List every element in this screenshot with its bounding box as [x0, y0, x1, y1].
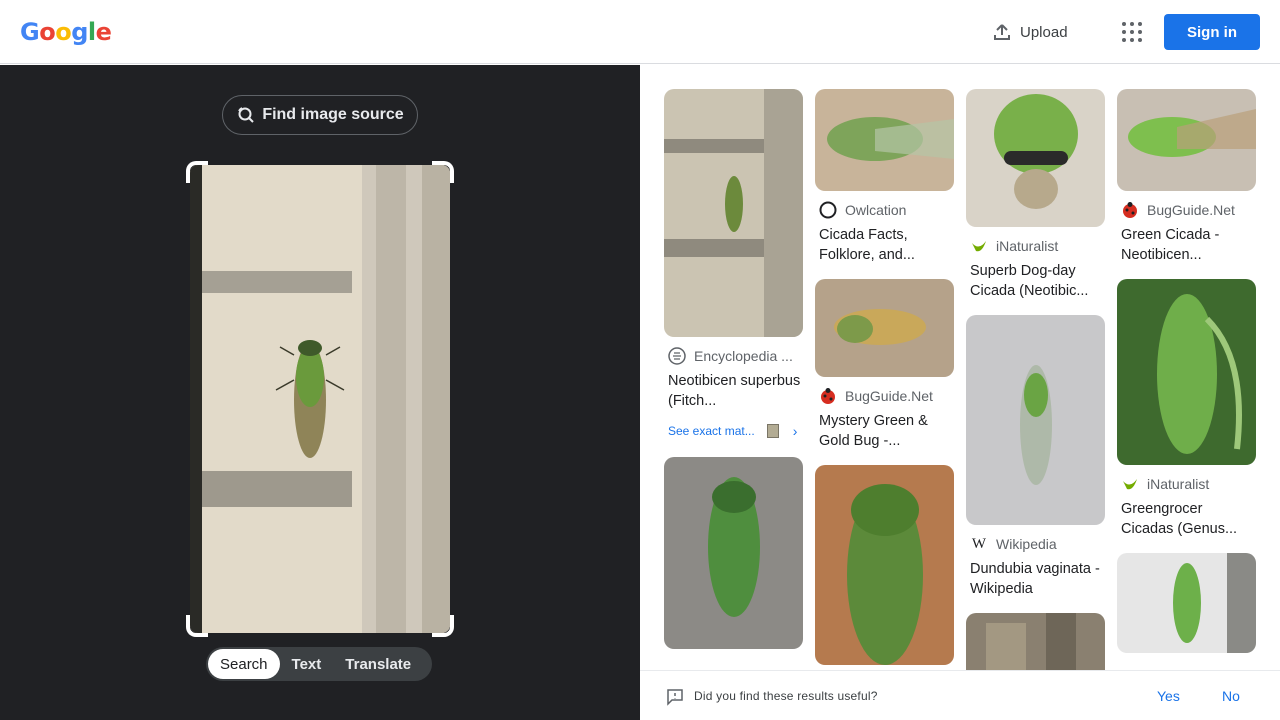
result-thumbnail	[1117, 553, 1256, 653]
google-logo[interactable]: Google	[20, 18, 112, 46]
chevron-right-icon: ›	[792, 423, 798, 439]
find-image-source-label: Find image source	[262, 106, 404, 123]
result-card[interactable]	[966, 613, 1105, 670]
see-exact-matches-link[interactable]: See exact mat... ›	[664, 423, 803, 439]
result-thumbnail	[1117, 89, 1256, 191]
exact-match-thumbnail-icon	[766, 424, 779, 438]
result-source: W Wikipedia	[966, 535, 1105, 553]
upload-button[interactable]: Upload	[992, 18, 1068, 46]
result-card[interactable]: iNaturalist Greengrocer Cicadas (Genus..…	[1117, 279, 1256, 539]
query-image-panel: Find image source Search Text Translate	[0, 65, 640, 720]
result-source-label: Owlcation	[845, 202, 907, 218]
bugguide-icon	[819, 387, 837, 405]
feedback-question: Did you find these results useful?	[694, 689, 878, 703]
results-column: Owlcation Cicada Facts, Folklore, and...…	[815, 89, 954, 670]
crop-handle-top-right[interactable]	[432, 161, 454, 183]
logo-letter: o	[55, 18, 72, 46]
logo-letter: o	[39, 18, 56, 46]
result-card[interactable]: W Wikipedia Dundubia vaginata - Wikipedi…	[966, 315, 1105, 599]
result-title[interactable]: Greengrocer Cicadas (Genus...	[1117, 499, 1256, 539]
result-thumbnail	[815, 465, 954, 665]
mode-switcher: Search Text Translate	[206, 647, 432, 681]
sign-in-button[interactable]: Sign in	[1164, 14, 1260, 50]
feedback-no-button[interactable]: No	[1222, 688, 1240, 704]
result-thumbnail	[664, 89, 803, 337]
result-source-label: iNaturalist	[1147, 476, 1210, 492]
logo-letter: e	[95, 18, 112, 46]
encyclopedia-icon	[668, 347, 686, 365]
result-card[interactable]	[815, 465, 954, 665]
result-card[interactable]: iNaturalist Superb Dog-day Cicada (Neoti…	[966, 89, 1105, 301]
result-thumbnail	[664, 457, 803, 649]
result-title[interactable]: Green Cicada - Neotibicen...	[1117, 225, 1256, 265]
tab-text[interactable]: Text	[280, 649, 334, 679]
result-thumbnail	[966, 613, 1105, 670]
query-image	[190, 165, 450, 633]
result-title[interactable]: Neotibicen superbus (Fitch...	[664, 371, 803, 411]
see-exact-matches-label: See exact mat...	[668, 424, 755, 438]
owlcation-icon	[819, 201, 837, 219]
crop-handle-top-left[interactable]	[186, 161, 208, 183]
crop-handle-bottom-right[interactable]	[432, 615, 454, 637]
upload-icon	[994, 24, 1010, 40]
top-bar: Google Upload Sign in	[0, 0, 1280, 64]
result-thumbnail	[1117, 279, 1256, 465]
result-source-label: Wikipedia	[996, 536, 1057, 552]
logo-letter: g	[71, 18, 88, 46]
tab-translate[interactable]: Translate	[333, 649, 423, 679]
inaturalist-icon	[970, 237, 988, 255]
logo-letter: G	[20, 18, 40, 46]
result-thumbnail	[966, 89, 1105, 227]
result-thumbnail	[815, 89, 954, 191]
result-card[interactable]: BugGuide.Net Green Cicada - Neotibicen..…	[1117, 89, 1256, 265]
bugguide-icon	[1121, 201, 1139, 219]
find-image-source-button[interactable]: Find image source	[222, 95, 418, 135]
result-card[interactable]	[1117, 553, 1256, 653]
apps-icon[interactable]	[1118, 18, 1146, 46]
wikipedia-icon: W	[971, 535, 987, 552]
results-column: BugGuide.Net Green Cicada - Neotibicen..…	[1117, 89, 1256, 667]
result-source: Encyclopedia ...	[664, 347, 803, 365]
result-title[interactable]: Mystery Green & Gold Bug -...	[815, 411, 954, 451]
result-card[interactable]	[664, 457, 803, 649]
logo-letter: l	[87, 18, 96, 46]
results-column: iNaturalist Superb Dog-day Cicada (Neoti…	[966, 89, 1105, 670]
result-thumbnail	[815, 279, 954, 377]
feedback-bar: Did you find these results useful? Yes N…	[640, 670, 1280, 720]
result-source-label: BugGuide.Net	[1147, 202, 1235, 218]
result-source: iNaturalist	[966, 237, 1105, 255]
visual-matches: Encyclopedia ... Neotibicen superbus (Fi…	[640, 65, 1280, 670]
crop-handle-bottom-left[interactable]	[186, 615, 208, 637]
result-title[interactable]: Superb Dog-day Cicada (Neotibic...	[966, 261, 1105, 301]
tab-search[interactable]: Search	[208, 649, 280, 679]
result-card[interactable]: Encyclopedia ... Neotibicen superbus (Fi…	[664, 89, 803, 439]
result-source-label: Encyclopedia ...	[694, 348, 793, 364]
lens-search-icon	[238, 107, 255, 123]
result-source-label: iNaturalist	[996, 238, 1059, 254]
result-title[interactable]: Dundubia vaginata - Wikipedia	[966, 559, 1105, 599]
inaturalist-icon	[1121, 475, 1139, 493]
result-card[interactable]: BugGuide.Net Mystery Green & Gold Bug -.…	[815, 279, 954, 451]
result-source: BugGuide.Net	[815, 387, 954, 405]
result-thumbnail	[966, 315, 1105, 525]
result-source: iNaturalist	[1117, 475, 1256, 493]
result-source: Owlcation	[815, 201, 954, 219]
upload-label: Upload	[1020, 23, 1068, 41]
result-source: BugGuide.Net	[1117, 201, 1256, 219]
result-title[interactable]: Cicada Facts, Folklore, and...	[815, 225, 954, 265]
result-card[interactable]: Owlcation Cicada Facts, Folklore, and...	[815, 89, 954, 265]
results-column: Encyclopedia ... Neotibicen superbus (Fi…	[664, 89, 803, 663]
feedback-yes-button[interactable]: Yes	[1157, 688, 1180, 704]
feedback-icon	[667, 689, 683, 706]
result-source-label: BugGuide.Net	[845, 388, 933, 404]
crop-area[interactable]	[186, 161, 454, 637]
